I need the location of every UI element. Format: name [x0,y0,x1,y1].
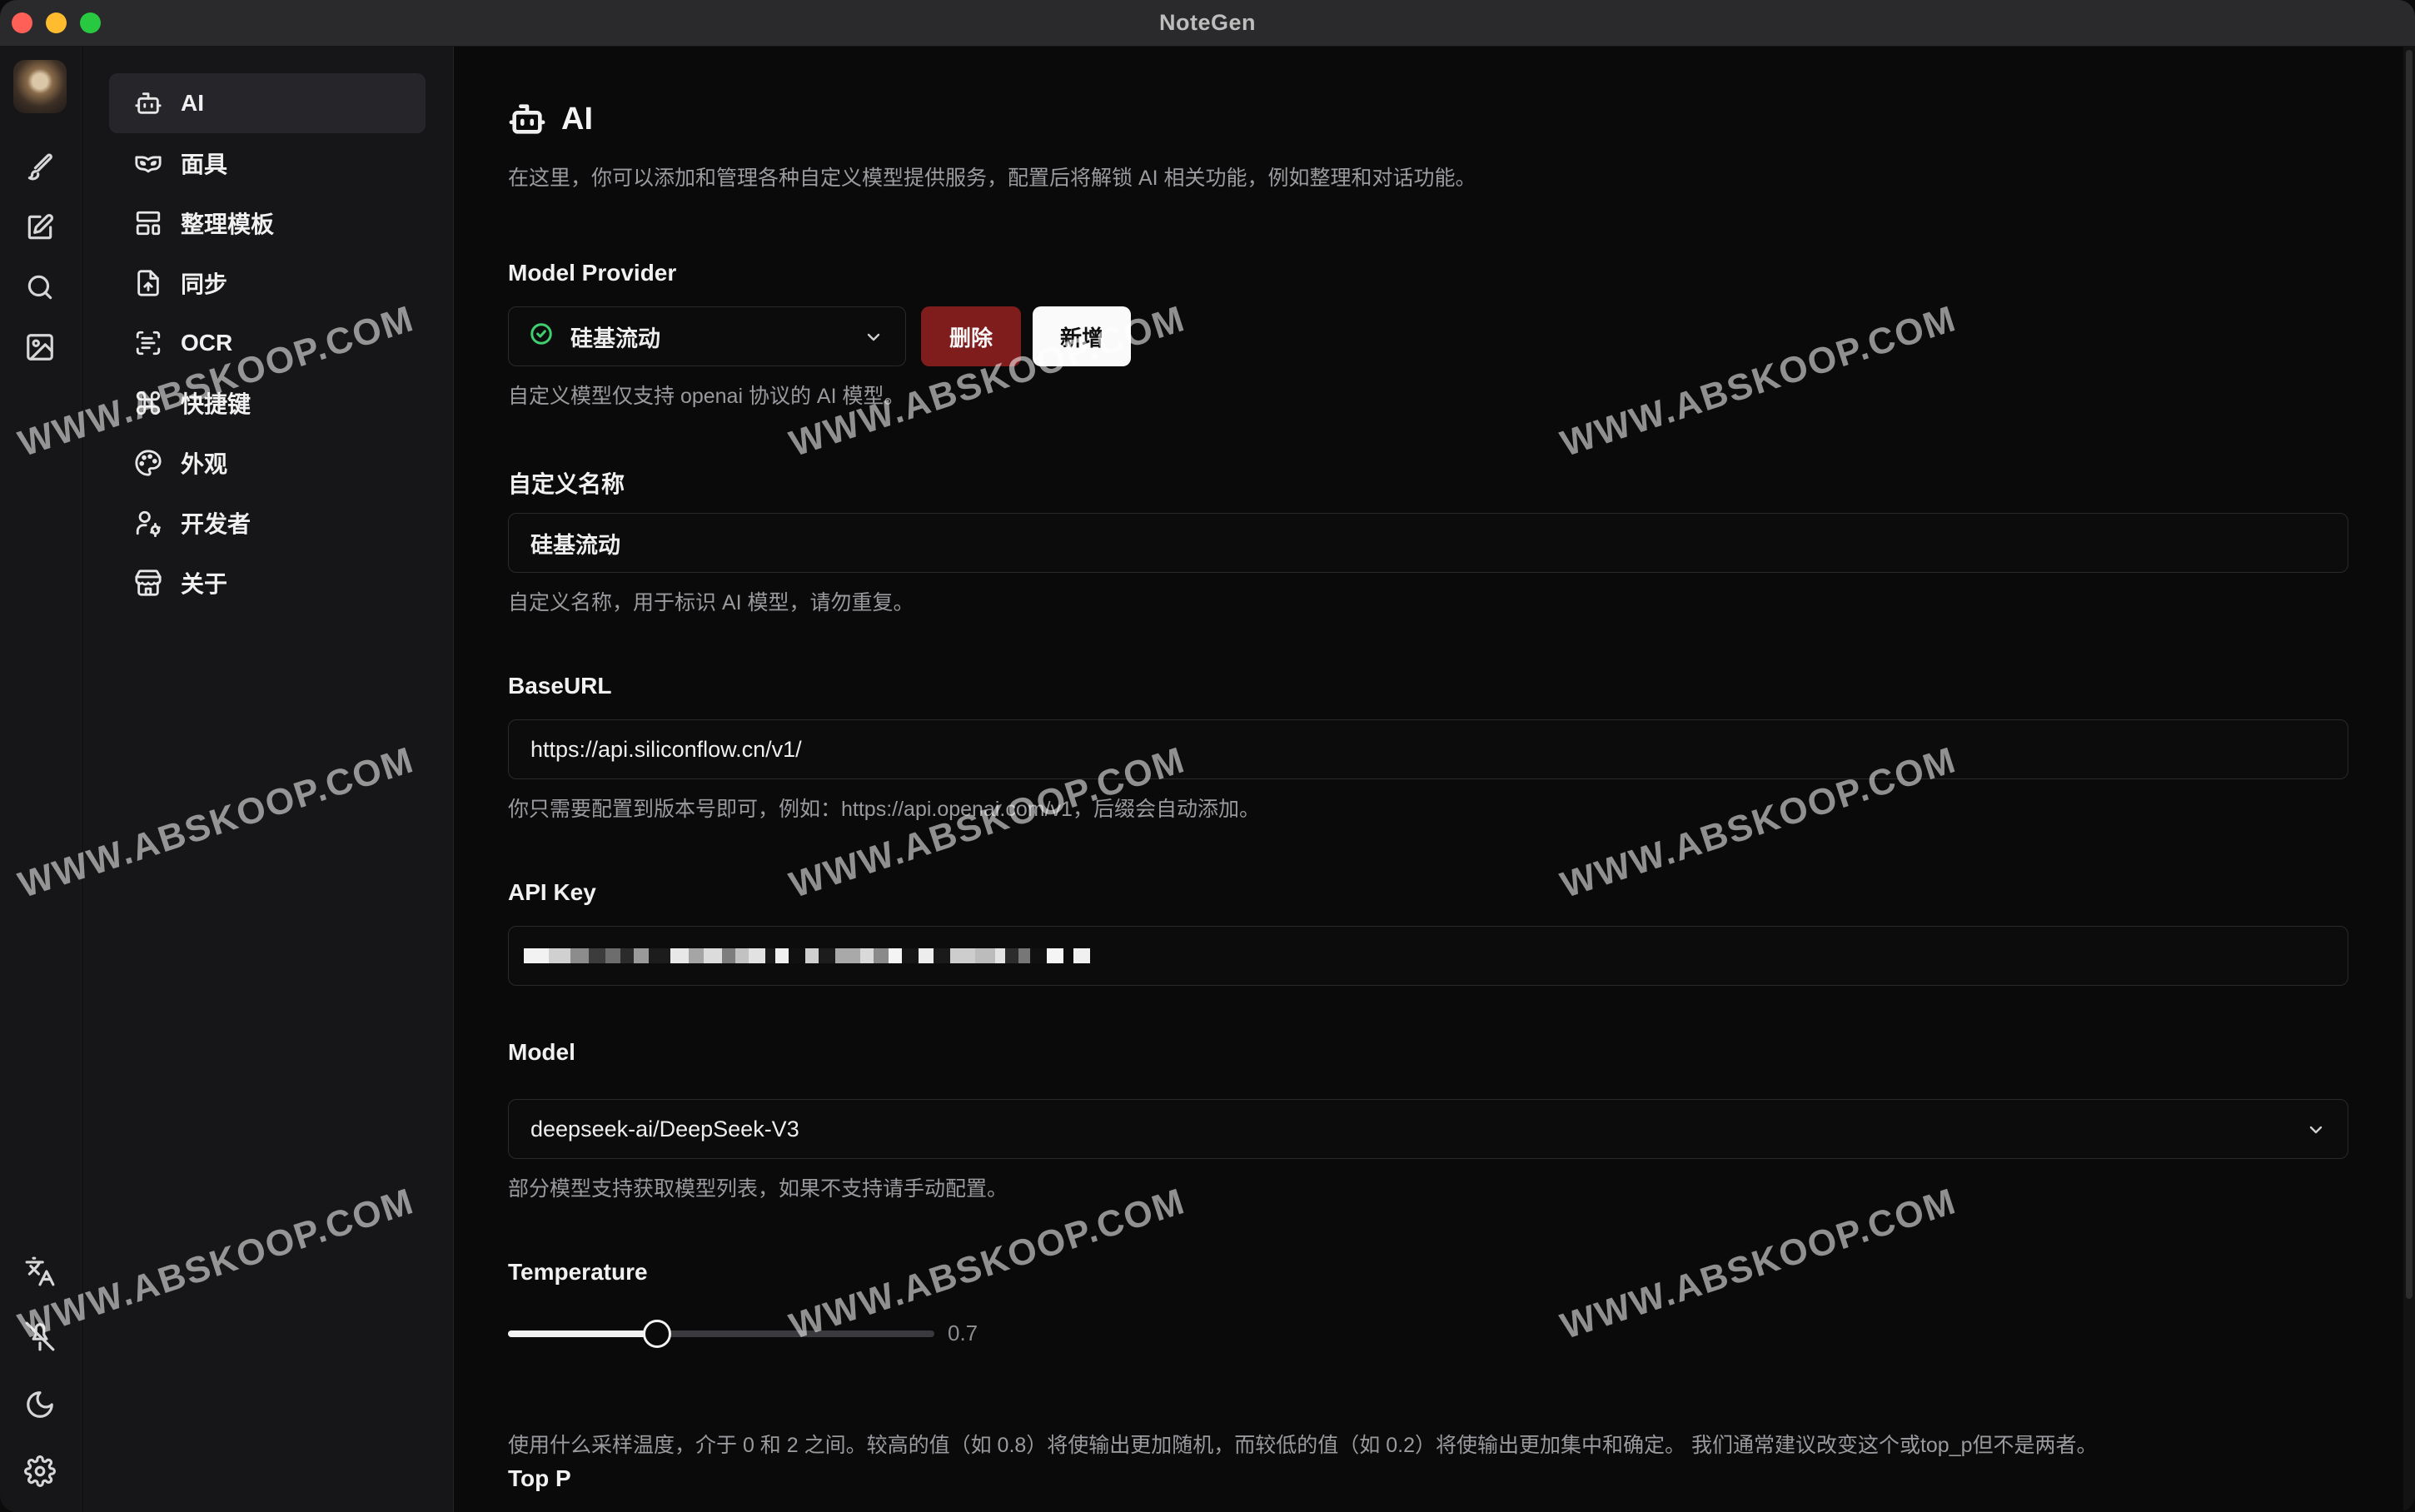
bot-icon [135,92,162,114]
nav-item-label: 开发者 [181,511,251,537]
command-icon [136,390,161,415]
temperature-value: 0.7 [948,1321,978,1345]
model-value: deepseek-ai/DeepSeek-V3 [530,1116,799,1141]
settings-nav: AI 面具 整理模板 同步 OCR 快捷键 外观 开发者 关于 [82,47,454,1512]
base-url-hint: 你只需要配置到版本号即可，例如：https://api.openai.com/v… [508,798,1260,821]
base-url-label: BaseURL [508,673,612,699]
custom-name-label: 自定义名称 [508,471,625,497]
add-provider-button[interactable]: 新增 [1033,306,1131,366]
nav-item-label: AI [181,90,204,116]
nav-item-shortcuts[interactable]: 快捷键 [109,373,426,433]
nav-item-mask[interactable]: 面具 [109,133,426,193]
api-key-redacted [524,948,1090,963]
custom-name-input[interactable]: 硅基流动 [508,513,2348,573]
nav-item-template[interactable]: 整理模板 [109,193,426,253]
base-url-input[interactable]: https://api.siliconflow.cn/v1/ [508,719,2348,779]
user-cog-icon [136,510,161,537]
search-icon[interactable] [24,271,56,303]
nav-item-label: 关于 [181,571,228,597]
api-key-input[interactable] [508,926,2348,986]
sync-file-icon [137,270,159,296]
scrollbar-thumb[interactable] [2406,50,2413,1299]
model-label: Model [508,1039,575,1065]
nav-item-label: 同步 [181,271,228,297]
nav-item-sync[interactable]: 同步 [109,253,426,313]
nav-item-label: OCR [181,330,233,356]
model-provider-select[interactable]: 硅基流动 [508,306,906,366]
settings-content: AI 在这里，你可以添加和管理各种自定义模型提供服务，配置后将解锁 AI 相关功… [455,47,2403,1512]
title-bar: NoteGen [0,0,2415,47]
image-search-icon[interactable] [24,331,56,363]
nav-item-ai[interactable]: AI [109,73,426,133]
template-icon [136,211,161,236]
pin-off-icon[interactable] [24,1321,56,1352]
model-provider-hint: 自定义模型仅支持 openai 协议的 AI 模型。 [508,385,905,408]
page-title: AI [561,101,593,137]
chevron-down-icon [2306,1120,2326,1140]
page-description: 在这里，你可以添加和管理各种自定义模型提供服务，配置后将解锁 AI 相关功能，例… [508,167,1476,190]
nav-item-appearance[interactable]: 外观 [109,433,426,493]
api-key-label: API Key [508,879,596,905]
temperature-slider-fill [508,1330,657,1337]
nav-item-label: 面具 [181,152,228,177]
model-select[interactable]: deepseek-ai/DeepSeek-V3 [508,1099,2348,1159]
nav-item-label: 整理模板 [181,211,275,237]
mask-icon [135,156,162,173]
app-window: NoteGen AI 面具 整理模板 同步 OCR 快捷键 外观 开发者 关于 … [0,0,2415,1512]
store-icon [135,569,162,596]
nav-item-about[interactable]: 关于 [109,553,426,613]
scan-text-icon [136,331,161,356]
chevron-down-icon [864,327,884,347]
delete-provider-button[interactable]: 删除 [921,306,1021,366]
nav-item-ocr[interactable]: OCR [109,313,426,373]
temperature-label: Temperature [508,1259,648,1285]
top-p-label: Top P [508,1465,571,1491]
edit-note-icon[interactable] [24,211,56,243]
dark-mode-icon[interactable] [24,1389,56,1420]
bot-icon [509,104,545,134]
settings-gear-icon[interactable] [24,1455,56,1487]
model-provider-value: 硅基流动 [570,326,660,351]
nav-item-label: 外观 [181,451,228,477]
model-hint: 部分模型支持获取模型列表，如果不支持请手动配置。 [508,1177,1008,1201]
brush-icon[interactable] [24,152,56,183]
activity-bar [0,47,82,1512]
temperature-slider[interactable] [508,1320,934,1348]
temperature-slider-thumb[interactable] [643,1320,671,1348]
nav-item-developer[interactable]: 开发者 [109,493,426,553]
translate-icon[interactable] [24,1256,56,1287]
temperature-hint: 使用什么采样温度，介于 0 和 2 之间。较高的值（如 0.8）将使输出更加随机… [508,1434,2098,1457]
avatar[interactable] [13,60,67,113]
custom-name-hint: 自定义名称，用于标识 AI 模型，请勿重复。 [508,591,914,614]
check-circle-icon [529,321,570,352]
window-title: NoteGen [1158,10,1256,35]
palette-icon [135,450,162,476]
nav-item-label: 快捷键 [181,391,251,417]
model-provider-label: Model Provider [508,260,677,286]
page-header: AI [508,100,593,138]
